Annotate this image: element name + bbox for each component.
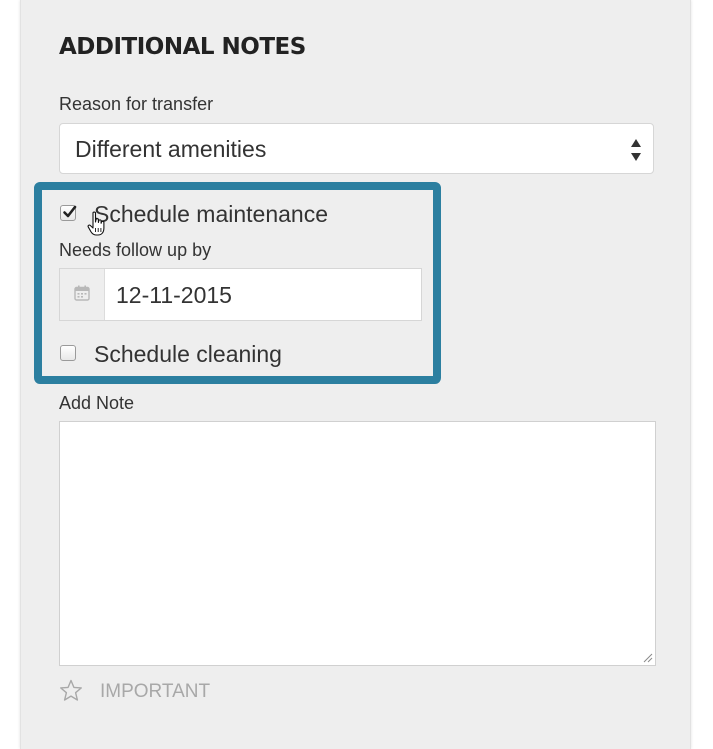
- calendar-icon: [74, 285, 90, 301]
- star-outline-icon: [60, 679, 82, 701]
- section-title: ADDITIONAL NOTES: [59, 34, 306, 60]
- schedule-cleaning-checkbox[interactable]: [60, 345, 76, 361]
- followup-date-value: 12-11-2015: [116, 282, 232, 308]
- reason-label: Reason for transfer: [59, 94, 214, 114]
- add-note-textarea[interactable]: [59, 421, 656, 666]
- followup-date-field[interactable]: 12-11-2015: [59, 268, 422, 321]
- reason-select[interactable]: Different amenities: [59, 123, 654, 174]
- schedule-maintenance-label[interactable]: Schedule maintenance: [94, 201, 328, 228]
- followup-label: Needs follow up by: [59, 240, 212, 260]
- reason-select-value: Different amenities: [75, 136, 267, 162]
- hand-pointer-icon: [87, 211, 107, 242]
- schedule-cleaning-label[interactable]: Schedule cleaning: [94, 341, 282, 368]
- schedule-maintenance-checkbox[interactable]: [60, 205, 77, 221]
- additional-notes-panel: ADDITIONAL NOTES Reason for transfer Dif…: [20, 0, 691, 749]
- important-label: IMPORTANT: [100, 681, 211, 702]
- calendar-addon[interactable]: [60, 269, 105, 320]
- checkmark-icon: [63, 205, 77, 218]
- resize-grip-icon[interactable]: [643, 653, 653, 663]
- add-note-label: Add Note: [59, 393, 135, 413]
- sort-arrows-icon: [630, 138, 642, 162]
